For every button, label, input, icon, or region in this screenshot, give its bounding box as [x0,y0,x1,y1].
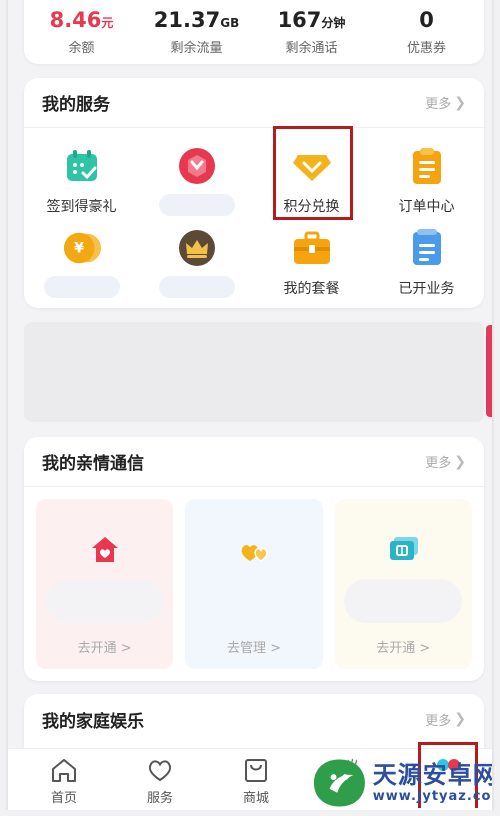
entertainment-more-link[interactable]: 更多 ❯ [425,710,466,729]
family-tile-1-text-placeholder [45,579,164,623]
stat-balance-label: 余额 [68,41,95,56]
promo-banner[interactable] [24,322,484,422]
stat-calls-value: 167 [277,8,322,32]
stat-calls-label: 剩余通话 [285,41,338,56]
service-checkin[interactable]: 签到得豪礼 [24,142,139,224]
family-more-link[interactable]: 更多 ❯ [425,452,466,472]
app-frame: 8.46元 余额 21.37GB 剩余流量 167分钟 剩余通话 0 优惠券 我… [6,0,494,810]
entertainment-more-label: 更多 [425,713,452,729]
family-header: 我的亲情通信 更多 ❯ [24,437,484,487]
phone-card-icon [388,535,419,565]
chevron-right-icon: ❯ [454,94,466,111]
calendar-check-icon [62,146,102,186]
account-stats-card: 8.46元 余额 21.37GB 剩余流量 167分钟 剩余通话 0 优惠券 [24,0,484,64]
svg-text:¥: ¥ [74,241,84,257]
service-active-business-label: 已开业务 [398,281,455,297]
service-gift[interactable] [139,142,254,224]
family-tile-1-action[interactable]: 去开通 > [78,637,132,656]
document-icon [407,228,447,268]
service-order-center-label: 订单中心 [398,199,455,215]
my-services-card: 我的服务 更多 ❯ 签到得豪礼 积分兑换 订单中心 ¥ 我的套餐 已开业务 [24,78,484,308]
service-checkin-label: 签到得豪礼 [46,199,117,215]
stat-balance-unit: 元 [101,16,114,30]
family-tile-3[interactable]: 去开通 > [334,499,472,669]
family-tile-2-spacer [195,579,313,623]
tab-mall-label: 商城 [242,791,269,806]
services-grid: 签到得豪礼 积分兑换 订单中心 ¥ 我的套餐 已开业务 [24,128,484,304]
stat-calls[interactable]: 167分钟 剩余通话 [254,0,369,64]
family-title: 我的亲情通信 [42,454,144,474]
stat-data-unit: GB [220,16,240,30]
family-tiles: 去开通 > 去管理 > 去开通 > [24,487,484,681]
stat-data-label: 剩余流量 [170,41,223,56]
watermark-logo-icon [313,759,365,807]
stat-balance-value: 8.46 [49,8,102,32]
yen-coin-icon: ¥ [62,228,102,268]
tab-services[interactable]: 服务 [112,749,208,810]
stat-calls-unit: 分钟 [321,16,346,30]
stat-balance[interactable]: 8.46元 余额 [24,0,139,64]
watermark-url: www.jytyaz.com [372,788,494,804]
highlight-box-points-exchange [273,126,353,220]
service-coin-label-placeholder [43,276,120,298]
briefcase-icon [292,228,332,268]
service-active-business[interactable]: 已开业务 [369,224,484,304]
family-tile-3-text-placeholder [344,579,463,623]
family-tile-2-action[interactable]: 去管理 > [227,637,281,656]
services-header: 我的服务 更多 ❯ [24,78,484,128]
heart-outline-icon [148,760,172,782]
family-tile-3-action[interactable]: 去开通 > [376,637,430,656]
service-order-center[interactable]: 订单中心 [369,142,484,224]
watermark-text: 天源安卓网 www.jytyaz.com [372,761,494,804]
gift-badge-icon [177,146,217,186]
stat-coupons-value: 0 [419,8,434,32]
chevron-right-icon: ❯ [454,453,466,470]
family-tile-2[interactable]: 去管理 > [185,499,323,669]
stat-data-value: 21.37 [153,8,221,32]
house-heart-icon [90,535,120,565]
stat-data[interactable]: 21.37GB 剩余流量 [139,0,254,64]
service-member-label-placeholder [158,276,235,298]
stat-coupons-label: 优惠券 [406,41,446,56]
family-more-label: 更多 [425,456,452,471]
tab-mall[interactable]: 商城 [208,749,304,810]
stat-coupons[interactable]: 0 优惠券 [369,0,484,64]
shopping-bag-icon [245,759,267,782]
crown-icon [177,228,217,268]
tab-services-label: 服务 [146,791,173,806]
watermark-title: 天源安卓网 [372,761,494,790]
tab-home-label: 首页 [50,791,77,806]
service-coin[interactable]: ¥ [24,224,139,304]
floating-side-tab[interactable] [486,325,492,417]
services-more-label: 更多 [425,97,452,112]
service-my-plan[interactable]: 我的套餐 [254,224,369,304]
service-my-plan-label: 我的套餐 [283,281,340,297]
family-tile-1[interactable]: 去开通 > [36,499,174,669]
clipboard-icon [407,146,447,186]
chevron-right-icon: ❯ [454,711,466,727]
service-gift-label-placeholder [158,194,235,216]
tab-home[interactable]: 首页 [16,749,112,810]
home-icon [52,759,76,782]
entertainment-title: 我的家庭娱乐 [42,711,144,732]
services-more-link[interactable]: 更多 ❯ [425,93,466,113]
services-title: 我的服务 [42,95,110,115]
service-member[interactable] [139,224,254,304]
hearts-icon [239,535,269,565]
watermark: 天源安卓网 www.jytyaz.com [310,752,494,810]
family-communication-card: 我的亲情通信 更多 ❯ 去开通 > 去管理 > 去开通 > [24,437,484,681]
entertainment-header: 我的家庭娱乐 更多 ❯ [24,694,484,744]
